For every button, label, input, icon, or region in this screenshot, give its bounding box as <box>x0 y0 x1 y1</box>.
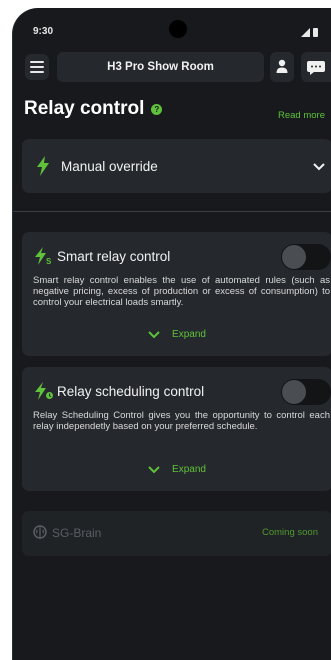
user-icon <box>276 59 288 73</box>
toggle-knob <box>282 380 306 404</box>
chat-icon <box>307 61 325 75</box>
read-more-link[interactable]: Read more <box>278 110 325 121</box>
user-button[interactable] <box>270 52 294 82</box>
manual-override-label: Manual override <box>61 159 158 174</box>
sg-brain-title: SG-Brain <box>52 526 102 540</box>
phone-screen: 9:30 H3 Pro Show Room Relay control ? Re… <box>12 8 331 660</box>
smart-relay-toggle[interactable] <box>281 244 331 270</box>
location-selector[interactable]: H3 Pro Show Room <box>57 52 264 82</box>
location-title: H3 Pro Show Room <box>107 61 214 73</box>
expand-label: Expand <box>172 329 206 340</box>
menu-icon-line <box>30 66 44 68</box>
section-divider <box>13 211 331 212</box>
signal-battery-icon <box>301 28 318 37</box>
lightning-icon <box>37 156 49 176</box>
expand-label: Expand <box>172 464 206 475</box>
manual-override-card[interactable]: Manual override <box>22 139 331 193</box>
smart-relay-expand[interactable]: Expand <box>22 329 331 340</box>
brain-icon <box>33 525 47 539</box>
camera-cutout <box>169 20 187 38</box>
help-icon[interactable]: ? <box>151 103 163 115</box>
menu-icon <box>30 61 44 63</box>
relay-scheduling-description: Relay Scheduling Control gives you the o… <box>33 410 330 432</box>
toggle-knob <box>282 245 306 269</box>
svg-text:S: S <box>46 257 52 265</box>
relay-scheduling-expand[interactable]: Expand <box>22 464 331 475</box>
chevron-down-icon <box>148 465 160 473</box>
chat-button[interactable] <box>301 52 331 82</box>
relay-scheduling-card: Relay scheduling control Relay Schedulin… <box>22 367 331 491</box>
status-time: 9:30 <box>33 26 54 37</box>
sg-brain-card: SG-Brain Coming soon <box>22 511 331 556</box>
page-title: Relay control <box>24 98 145 119</box>
schedule-lightning-icon <box>35 382 53 400</box>
smart-relay-card: S Smart relay control Smart relay contro… <box>22 232 331 356</box>
menu-button[interactable] <box>25 54 49 80</box>
smart-lightning-icon: S <box>35 247 52 265</box>
smart-relay-title: Smart relay control <box>57 249 171 264</box>
menu-icon-line <box>30 71 44 73</box>
chevron-down-icon[interactable] <box>313 163 325 171</box>
smart-relay-description: Smart relay control enables the use of a… <box>33 275 330 308</box>
coming-soon-badge: Coming soon <box>262 527 318 538</box>
page-heading: Relay control ? <box>24 98 163 120</box>
chevron-down-icon <box>148 330 160 338</box>
top-bar: H3 Pro Show Room <box>13 52 331 84</box>
status-bar: 9:30 <box>13 8 331 52</box>
relay-scheduling-title: Relay scheduling control <box>57 384 205 399</box>
relay-scheduling-toggle[interactable] <box>281 379 331 405</box>
